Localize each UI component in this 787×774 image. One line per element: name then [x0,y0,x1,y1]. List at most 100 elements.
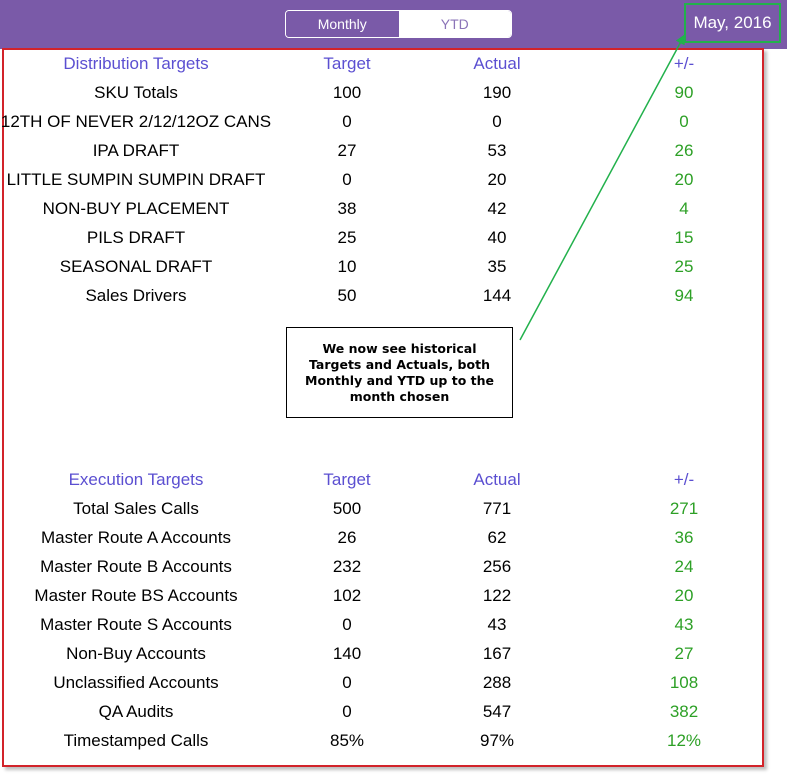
period-segmented-control[interactable]: Monthly YTD [285,10,512,38]
actual-value: 190 [482,83,512,102]
top-bar: Monthly YTD May, 2016 [0,0,787,49]
target-value: 25 [337,228,357,247]
execution-title: Execution Targets [68,470,204,489]
actual-value: 43 [487,615,507,634]
target-value: 0 [342,702,352,721]
row-name: Master Route A Accounts [41,528,231,547]
row-name: NON-BUY PLACEMENT [42,199,230,218]
target-value: 100 [332,83,362,102]
actual-value: 122 [482,586,512,605]
diff-value: 24 [674,557,694,576]
table-row: Non-Buy Accounts 140 167 27 [0,639,760,668]
diff-value: 25 [674,257,694,276]
segment-ytd[interactable]: YTD [398,11,511,37]
diff-value: 12% [666,731,702,750]
actual-value: 35 [487,257,507,276]
table-row: Master Route B Accounts 232 256 24 [0,552,760,581]
table-row: QA Audits 0 547 382 [0,697,760,726]
actual-value: 288 [482,673,512,692]
execution-header-row: Execution Targets Target Actual +/- [0,465,760,494]
target-value: 0 [342,112,352,131]
table-row: Master Route A Accounts 26 62 36 [0,523,760,552]
row-name: 12TH OF NEVER 2/12/12OZ CANS [0,112,272,131]
target-column-header: Target [323,470,371,489]
actual-value: 97% [479,731,515,750]
diff-column-header: +/- [673,54,695,73]
target-value: 232 [332,557,362,576]
row-name: Master Route S Accounts [40,615,232,634]
diff-value: 382 [669,702,699,721]
diff-value: 271 [669,499,699,518]
diff-value: 4 [679,199,689,218]
diff-value: 27 [674,644,694,663]
diff-value: 90 [674,83,694,102]
actual-value: 256 [482,557,512,576]
diff-value: 0 [679,112,689,131]
table-row: Unclassified Accounts 0 288 108 [0,668,760,697]
table-row: Total Sales Calls 500 771 271 [0,494,760,523]
distribution-header-row: Distribution Targets Target Actual +/- [0,49,760,78]
diff-value: 20 [674,170,694,189]
row-name: Unclassified Accounts [53,673,219,692]
row-name: SEASONAL DRAFT [59,257,213,276]
target-value: 0 [342,615,352,634]
actual-value: 547 [482,702,512,721]
annotation-callout: We now see historical Targets and Actual… [286,327,513,418]
actual-value: 53 [487,141,507,160]
row-name: PILS DRAFT [86,228,186,247]
table-row: Master Route BS Accounts 102 122 20 [0,581,760,610]
table-row: 12TH OF NEVER 2/12/12OZ CANS 0 0 0 [0,107,760,136]
row-name: Total Sales Calls [73,499,199,518]
row-name: Timestamped Calls [63,731,209,750]
target-value: 38 [337,199,357,218]
target-value: 85% [329,731,365,750]
diff-column-header: +/- [673,470,695,489]
page: Monthly YTD May, 2016 Distribution Targe… [0,0,787,774]
row-name: Non-Buy Accounts [66,644,206,663]
diff-value: 108 [669,673,699,692]
segment-monthly[interactable]: Monthly [286,11,399,37]
actual-value: 0 [492,112,502,131]
month-selector[interactable]: May, 2016 [684,3,781,43]
row-name: Master Route BS Accounts [34,586,238,605]
actual-value: 62 [487,528,507,547]
table-row: NON-BUY PLACEMENT 38 42 4 [0,194,760,223]
diff-value: 26 [674,141,694,160]
target-value: 0 [342,170,352,189]
target-column-header: Target [323,54,371,73]
table-row: Sales Drivers 50 144 94 [0,281,760,310]
diff-value: 36 [674,528,694,547]
table-row: IPA DRAFT 27 53 26 [0,136,760,165]
table-row: SKU Totals 100 190 90 [0,78,760,107]
actual-value: 20 [487,170,507,189]
row-name: SKU Totals [94,83,178,102]
table-row: SEASONAL DRAFT 10 35 25 [0,252,760,281]
diff-value: 94 [674,286,694,305]
row-name: QA Audits [98,702,174,721]
actual-value: 40 [487,228,507,247]
row-name: LITTLE SUMPIN SUMPIN DRAFT [6,170,266,189]
row-name: Master Route B Accounts [40,557,232,576]
annotation-text: We now see historical Targets and Actual… [305,340,494,404]
target-value: 500 [332,499,362,518]
target-value: 50 [337,286,357,305]
target-value: 10 [337,257,357,276]
actual-value: 771 [482,499,512,518]
table-row: Timestamped Calls 85% 97% 12% [0,726,760,755]
actual-column-header: Actual [473,470,521,489]
month-selector-label: May, 2016 [693,13,772,32]
diff-value: 43 [674,615,694,634]
target-value: 27 [337,141,357,160]
distribution-title: Distribution Targets [63,54,209,73]
target-value: 140 [332,644,362,663]
actual-value: 42 [487,199,507,218]
diff-value: 15 [674,228,694,247]
table-row: Master Route S Accounts 0 43 43 [0,610,760,639]
diff-value: 20 [674,586,694,605]
row-name: IPA DRAFT [92,141,180,160]
table-row: LITTLE SUMPIN SUMPIN DRAFT 0 20 20 [0,165,760,194]
target-value: 26 [337,528,357,547]
table-row: PILS DRAFT 25 40 15 [0,223,760,252]
row-name: Sales Drivers [85,286,187,305]
actual-column-header: Actual [473,54,521,73]
